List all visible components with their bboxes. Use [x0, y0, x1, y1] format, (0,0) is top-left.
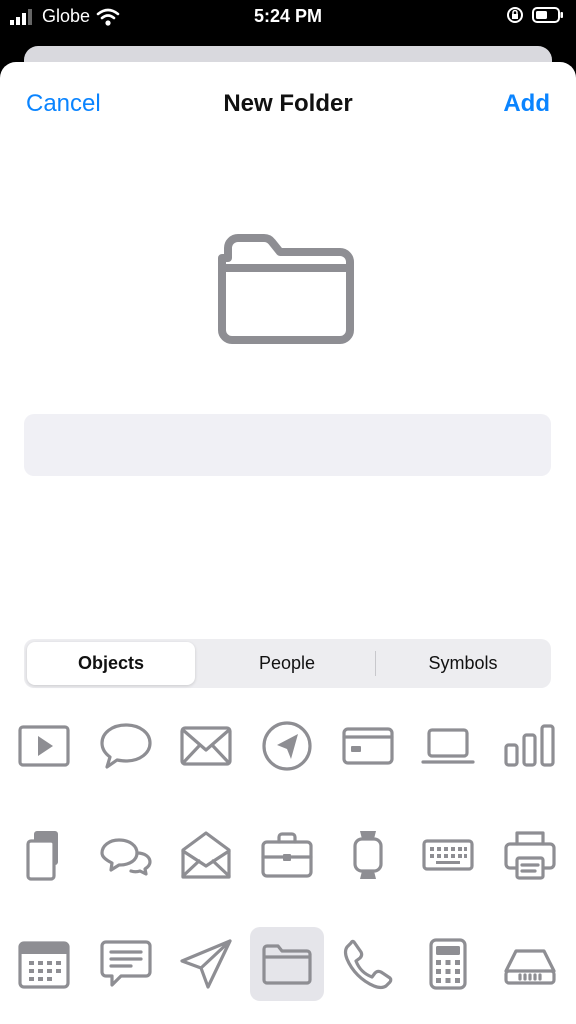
- icon-option-bar-chart[interactable]: [493, 709, 567, 783]
- status-time: 5:24 PM: [253, 6, 323, 26]
- icon-option-folder[interactable]: [250, 927, 324, 1001]
- segment-symbols[interactable]: Symbols: [379, 642, 547, 685]
- calendar-icon: [18, 941, 70, 989]
- icon-category-segmented-control: Objects People Symbols: [24, 639, 551, 688]
- icon-option-envelope[interactable]: [169, 709, 243, 783]
- icon-option-calculator[interactable]: [411, 927, 485, 1001]
- open-envelope-icon: [181, 831, 231, 879]
- icon-option-phone[interactable]: [331, 927, 405, 1001]
- icon-option-hard-drive[interactable]: [493, 927, 567, 1001]
- icon-option-calendar[interactable]: [7, 927, 81, 1001]
- laptop-icon: [421, 728, 475, 764]
- icon-option-play-rectangle[interactable]: [7, 709, 81, 783]
- segment-objects-label: Objects: [77, 653, 145, 673]
- segment-divider: [375, 651, 376, 676]
- icon-option-text-bubble[interactable]: [89, 927, 163, 1001]
- status-bar: Globe 5:24 PM: [0, 0, 576, 34]
- hard-drive-icon: [504, 949, 556, 985]
- folder-icon: [262, 944, 312, 985]
- icon-option-location-arrow[interactable]: [250, 709, 324, 783]
- icon-option-two-speech-bubbles[interactable]: [89, 818, 163, 892]
- icon-option-printer[interactable]: [493, 818, 567, 892]
- calculator-icon: [429, 938, 467, 990]
- cancel-button[interactable]: Cancel: [26, 90, 101, 118]
- icon-option-documents[interactable]: [7, 818, 81, 892]
- location-arrow-circle-icon: [262, 721, 312, 771]
- icon-option-watch[interactable]: [331, 818, 405, 892]
- printer-icon: [504, 831, 556, 880]
- envelope-icon: [180, 726, 232, 766]
- watch-icon: [353, 831, 383, 879]
- battery-icon: [532, 7, 563, 23]
- two-speech-bubbles-icon: [100, 838, 152, 876]
- keyboard-icon: [422, 839, 474, 871]
- credit-card-icon: [342, 727, 394, 765]
- icon-option-credit-card[interactable]: [331, 709, 405, 783]
- segment-objects[interactable]: Objects: [27, 642, 195, 685]
- speech-bubble-icon: [100, 723, 152, 769]
- play-rectangle-icon: [18, 725, 70, 767]
- bar-chart-icon: [504, 724, 555, 767]
- icon-option-briefcase[interactable]: [250, 818, 324, 892]
- new-folder-sheet: Cancel New Folder Add Objects People Sym…: [0, 62, 576, 1024]
- paper-plane-icon: [180, 939, 232, 989]
- icon-option-keyboard[interactable]: [411, 818, 485, 892]
- navigation-bar: Cancel New Folder Add: [0, 62, 576, 148]
- icon-option-laptop[interactable]: [411, 709, 485, 783]
- segment-people[interactable]: People: [203, 642, 371, 685]
- segment-people-label: People: [258, 653, 316, 673]
- icon-option-paper-plane[interactable]: [169, 927, 243, 1001]
- icon-option-open-envelope[interactable]: [169, 818, 243, 892]
- documents-icon: [26, 831, 58, 881]
- text-bubble-icon: [100, 940, 152, 987]
- briefcase-icon: [261, 832, 313, 878]
- segment-symbols-label: Symbols: [428, 653, 498, 673]
- icon-option-speech-bubble[interactable]: [89, 709, 163, 783]
- phone-icon: [343, 939, 393, 990]
- folder-name-input[interactable]: [24, 414, 551, 476]
- status-right: [506, 6, 564, 24]
- orientation-lock-icon: [507, 7, 523, 23]
- add-button[interactable]: Add: [503, 90, 550, 118]
- folder-preview-icon: [218, 234, 354, 344]
